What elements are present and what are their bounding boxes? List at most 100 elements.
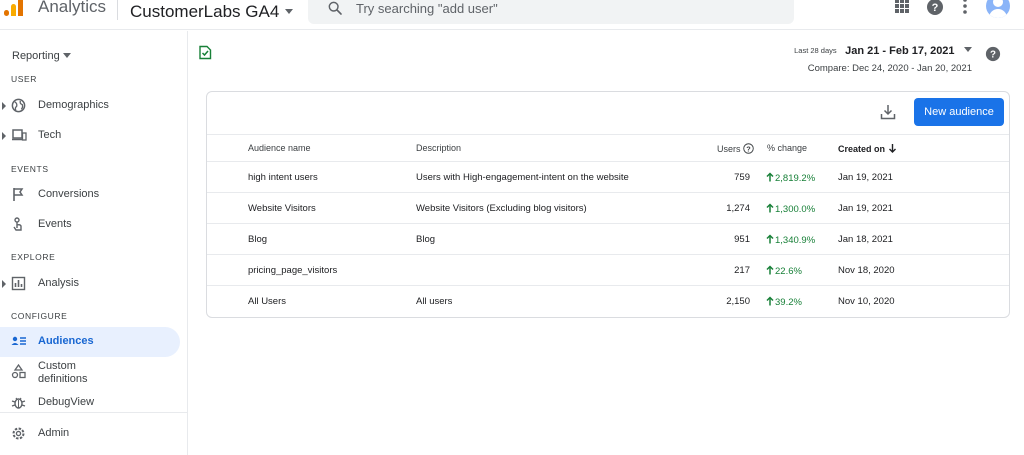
expand-arrow-icon[interactable]: [2, 280, 6, 288]
change-value: 22.6%: [775, 266, 802, 277]
arrow-up-icon: [766, 265, 774, 275]
svg-text:?: ?: [932, 2, 939, 14]
help-outline-icon[interactable]: ?: [743, 143, 754, 154]
audience-name[interactable]: Blog: [248, 234, 267, 245]
new-audience-button[interactable]: New audience: [914, 98, 1004, 126]
sidebar: Reporting USER Demographics Tech EVENTS …: [0, 31, 188, 455]
column-header-created-on[interactable]: Created on: [838, 143, 897, 154]
svg-text:?: ?: [746, 144, 751, 153]
table-header: Audience name Description Users ? % chan…: [207, 134, 1009, 162]
sidebar-item-label: Audiences: [38, 335, 94, 347]
download-icon[interactable]: [880, 104, 896, 120]
table-row[interactable]: All Users All users 2,150 39.2% Nov 10, …: [207, 286, 1009, 317]
compare-range: Compare: Dec 24, 2020 - Jan 20, 2021: [807, 63, 972, 74]
chevron-down-icon[interactable]: [63, 53, 71, 58]
app-title[interactable]: Analytics: [38, 0, 106, 17]
audience-change: 1,300.0%: [766, 203, 815, 215]
date-range-label: Last 28 days: [794, 46, 837, 55]
audience-description: Blog: [416, 234, 436, 245]
search-bar[interactable]: [308, 0, 794, 24]
expand-arrow-icon[interactable]: [2, 102, 6, 110]
property-selector[interactable]: CustomerLabs GA4: [130, 2, 279, 22]
help-icon[interactable]: ?: [926, 0, 944, 16]
audience-created-on: Jan 19, 2021: [838, 203, 893, 214]
section-label-events: EVENTS: [11, 164, 49, 174]
audience-name[interactable]: high intent users: [248, 172, 318, 183]
sidebar-item-conversions[interactable]: Conversions: [0, 180, 180, 210]
audience-created-on: Jan 19, 2021: [838, 172, 893, 183]
search-input[interactable]: [356, 0, 756, 16]
column-header-users[interactable]: Users ?: [717, 143, 754, 154]
audiences-table-card: New audience Audience name Description U…: [206, 91, 1010, 318]
help-icon[interactable]: ?: [985, 46, 1001, 62]
gear-icon: [12, 427, 25, 440]
table-row[interactable]: high intent users Users with High-engage…: [207, 162, 1009, 193]
chevron-down-icon[interactable]: [964, 47, 972, 52]
sidebar-item-audiences[interactable]: Audiences: [0, 327, 180, 357]
sidebar-item-label: Custom definitions: [38, 360, 88, 385]
audience-description: All users: [416, 296, 453, 307]
account-avatar-icon[interactable]: [986, 0, 1010, 18]
audience-users: 759: [734, 172, 750, 183]
table-row[interactable]: pricing_page_visitors 217 22.6% Nov 18, …: [207, 255, 1009, 286]
sidebar-item-debugview[interactable]: DebugView: [0, 388, 180, 418]
divider: [117, 0, 118, 20]
sidebar-item-label: Tech: [38, 129, 62, 141]
sidebar-item-label: Demographics: [38, 99, 109, 111]
date-range-selector[interactable]: Last 28 days Jan 21 - Feb 17, 2021 Compa…: [794, 41, 972, 74]
sidebar-item-custom-definitions[interactable]: Custom definitions: [0, 357, 180, 387]
touch-icon: [13, 217, 22, 231]
sidebar-item-events[interactable]: Events: [0, 210, 180, 240]
audience-users: 2,150: [726, 296, 750, 307]
sidebar-item-admin[interactable]: Admin: [0, 419, 180, 449]
audience-created-on: Nov 18, 2020: [838, 265, 895, 276]
column-header-change[interactable]: % change: [767, 143, 807, 153]
sidebar-item-tech[interactable]: Tech: [0, 121, 180, 151]
change-value: 1,340.9%: [775, 235, 816, 246]
audience-name[interactable]: Website Visitors: [248, 203, 316, 214]
more-vert-icon[interactable]: [962, 0, 968, 14]
globe-icon: [11, 98, 26, 113]
arrow-down-icon[interactable]: [888, 143, 897, 153]
audience-users: 217: [734, 265, 750, 276]
column-header-users-label: Users: [717, 144, 741, 154]
column-header-description[interactable]: Description: [416, 143, 461, 153]
date-range-value[interactable]: Jan 21 - Feb 17, 2021: [845, 45, 954, 57]
table-row[interactable]: Blog Blog 951 1,340.9% Jan 18, 2021: [207, 224, 1009, 255]
sidebar-item-label: Analysis: [38, 277, 79, 289]
arrow-up-icon: [766, 234, 774, 244]
audience-description: Users with High-engagement-intent on the…: [416, 172, 629, 183]
sidebar-item-label: DebugView: [38, 396, 95, 408]
shapes-icon: [11, 364, 26, 379]
audience-name[interactable]: All Users: [248, 296, 286, 307]
audience-users: 1,274: [726, 203, 750, 214]
section-label-user: USER: [11, 74, 38, 84]
apps-grid-icon[interactable]: [894, 0, 910, 14]
audience-name[interactable]: pricing_page_visitors: [248, 265, 337, 276]
sidebar-item-label: Admin: [38, 427, 70, 439]
reporting-selector[interactable]: Reporting: [12, 50, 60, 62]
bug-icon: [11, 397, 26, 409]
change-value: 2,819.2%: [775, 173, 816, 184]
top-app-bar: Analytics CustomerLabs GA4 ?: [0, 0, 1024, 30]
audience-created-on: Nov 10, 2020: [838, 296, 895, 307]
arrow-up-icon: [766, 172, 774, 182]
table-row[interactable]: Website Visitors Website Visitors (Exclu…: [207, 193, 1009, 224]
sidebar-item-label: Conversions: [38, 188, 100, 200]
sidebar-item-analysis[interactable]: Analysis: [0, 269, 180, 299]
search-icon: [328, 1, 342, 15]
expand-arrow-icon[interactable]: [2, 132, 6, 140]
column-header-audience-name[interactable]: Audience name: [248, 143, 311, 153]
arrow-up-icon: [766, 296, 774, 306]
sidebar-item-demographics[interactable]: Demographics: [0, 91, 180, 121]
column-header-created-label: Created on: [838, 144, 886, 154]
audience-users: 951: [734, 234, 750, 245]
analysis-icon: [11, 276, 26, 291]
audience-description: Website Visitors (Excluding blog visitor…: [416, 203, 587, 214]
svg-text:?: ?: [990, 50, 996, 61]
arrow-up-icon: [766, 203, 774, 213]
chevron-down-icon[interactable]: [285, 9, 293, 14]
check-icon[interactable]: [198, 45, 212, 60]
analytics-logo-icon[interactable]: [4, 0, 26, 16]
audience-change: 1,340.9%: [766, 234, 815, 246]
